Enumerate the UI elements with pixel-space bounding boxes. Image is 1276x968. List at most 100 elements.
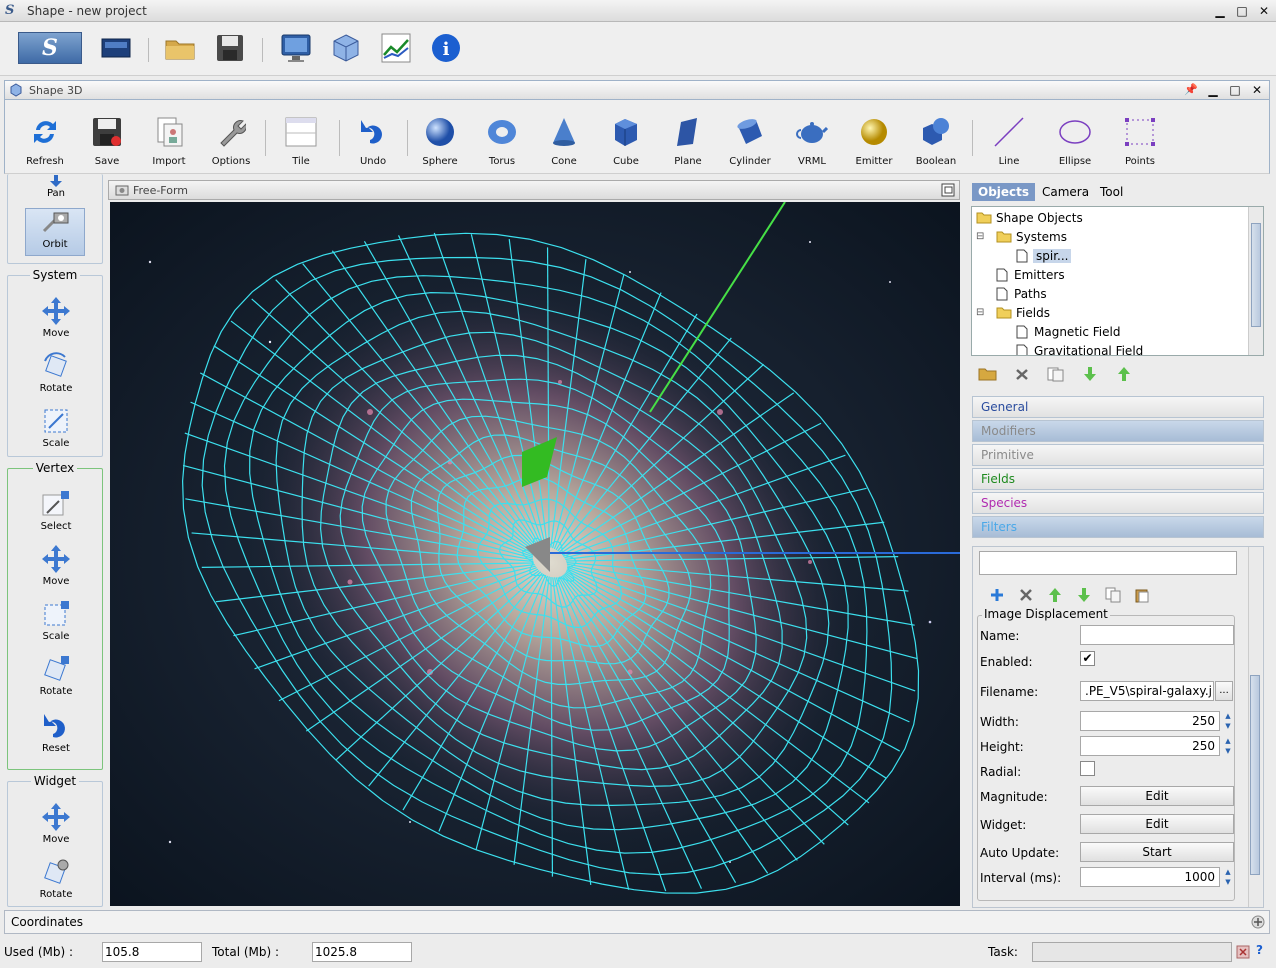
tab-camera[interactable]: Camera (1036, 183, 1095, 201)
pin-icon[interactable]: 📌 (1183, 82, 1199, 98)
interval-field[interactable]: 1000 (1080, 867, 1220, 887)
height-spinner[interactable]: ▲ ▼ (1222, 736, 1234, 756)
section-species[interactable]: Species (972, 492, 1264, 514)
close-button[interactable]: ✕ (1256, 3, 1272, 19)
filename-field[interactable]: .PE_V5\spiral-galaxy.jpg (1080, 681, 1214, 701)
enabled-checkbox[interactable]: ✔ (1080, 651, 1095, 666)
refresh-button[interactable]: Refresh (15, 112, 75, 167)
browse-button[interactable]: ... (1215, 681, 1233, 701)
add-icon[interactable] (989, 587, 1005, 603)
section-fields[interactable]: Fields (972, 468, 1264, 490)
system-scale-tool[interactable]: Scale (8, 404, 104, 449)
internal-close-button[interactable]: ✕ (1249, 82, 1265, 98)
auto-update-start-button[interactable]: Start (1080, 842, 1234, 862)
copy-icon[interactable] (1105, 587, 1121, 603)
ellipse-button[interactable]: Ellipse (1045, 112, 1105, 167)
monitor-icon[interactable] (280, 32, 312, 64)
expand-icon[interactable] (1251, 915, 1265, 929)
vertex-move-tool[interactable]: Move (8, 542, 104, 587)
tree-item-magnetic-field[interactable]: Magnetic Field (1016, 322, 1120, 341)
vertex-reset-tool[interactable]: Reset (8, 709, 104, 754)
new-folder-icon[interactable] (978, 366, 998, 382)
height-field[interactable]: 250 (1080, 736, 1220, 756)
points-button[interactable]: Points (1110, 112, 1170, 167)
cube-button[interactable]: Cube (596, 112, 656, 167)
cube-3d-icon[interactable] (330, 32, 362, 64)
torus-button[interactable]: Torus (472, 112, 532, 167)
widget-rotate-tool[interactable]: Rotate (8, 855, 104, 900)
section-filters[interactable]: Filters (972, 516, 1264, 538)
tree-item-gravitational-field[interactable]: Gravitational Field (1016, 341, 1143, 355)
vertex-select-tool[interactable]: Select (8, 487, 104, 532)
help-icon[interactable]: ? (1256, 943, 1263, 957)
tab-tool[interactable]: Tool (1094, 183, 1129, 201)
orbit-tool[interactable]: Orbit (25, 208, 85, 256)
emitter-button[interactable]: Emitter (844, 112, 904, 167)
tree-scrollbar[interactable] (1248, 207, 1263, 355)
widget-edit-button[interactable]: Edit (1080, 814, 1234, 834)
internal-minimize-button[interactable]: ▁ (1205, 82, 1221, 98)
widget-move-tool[interactable]: Move (8, 800, 104, 845)
move-arrows-icon (8, 294, 104, 328)
display-icon[interactable] (100, 32, 132, 64)
cone-button[interactable]: Cone (534, 112, 594, 167)
tree-item-emitters[interactable]: Emitters (996, 265, 1065, 284)
filters-list[interactable] (979, 551, 1237, 575)
system-rotate-tool[interactable]: Rotate (8, 349, 104, 394)
delete-icon[interactable] (1018, 587, 1034, 603)
cylinder-button[interactable]: Cylinder (720, 112, 780, 167)
tree-item-paths[interactable]: Paths (996, 284, 1047, 303)
plane-button[interactable]: Plane (658, 112, 718, 167)
name-field[interactable] (1080, 625, 1234, 645)
vertex-rotate-tool[interactable]: Rotate (8, 652, 104, 697)
move-up-icon[interactable] (1114, 366, 1134, 382)
options-button[interactable]: Options (201, 112, 261, 167)
save-button[interactable]: Save (77, 112, 137, 167)
collapse-icon[interactable]: ⊟ (976, 231, 992, 242)
viewport-maximize-icon[interactable] (941, 183, 955, 197)
properties-scrollbar[interactable] (1248, 547, 1262, 907)
open-folder-icon[interactable] (164, 32, 196, 64)
info-icon[interactable]: i (430, 32, 462, 64)
radial-checkbox[interactable] (1080, 761, 1095, 776)
shape-logo-icon[interactable]: S (18, 32, 82, 64)
width-field[interactable]: 250 (1080, 711, 1220, 731)
delete-icon[interactable] (1012, 366, 1032, 382)
pan-tool[interactable]: Pan (8, 174, 104, 199)
minimize-button[interactable]: ▁ (1212, 3, 1228, 19)
internal-maximize-button[interactable]: □ (1227, 82, 1243, 98)
vrml-button[interactable]: VRML (782, 112, 842, 167)
system-move-tool[interactable]: Move (8, 294, 104, 339)
save-disk-icon[interactable] (214, 32, 246, 64)
tile-button[interactable]: Tile (271, 112, 331, 167)
import-button[interactable]: Import (139, 112, 199, 167)
copy-icon[interactable] (1046, 366, 1066, 382)
undo-button[interactable]: Undo (343, 112, 403, 167)
collapse-icon[interactable]: ⊟ (976, 307, 992, 318)
interval-spinner[interactable]: ▲ ▼ (1222, 867, 1234, 887)
cancel-task-icon[interactable] (1236, 945, 1250, 959)
sphere-button[interactable]: Sphere (410, 112, 470, 167)
width-spinner[interactable]: ▲ ▼ (1222, 711, 1234, 731)
tab-objects[interactable]: Objects (972, 183, 1036, 201)
tree-item-spiral-system[interactable]: spir... (1016, 246, 1072, 265)
move-up-icon[interactable] (1047, 587, 1063, 603)
chart-icon[interactable] (380, 32, 412, 64)
magnitude-edit-button[interactable]: Edit (1080, 786, 1234, 806)
tree-item-shape-objects[interactable]: Shape Objects (976, 208, 1083, 227)
vertex-scale-tool[interactable]: Scale (8, 597, 104, 642)
tree-item-systems[interactable]: ⊟ Systems (976, 227, 1067, 246)
line-button[interactable]: Line (979, 112, 1039, 167)
section-modifiers[interactable]: Modifiers (972, 420, 1264, 442)
move-down-icon[interactable] (1076, 587, 1092, 603)
objects-tree[interactable]: Shape Objects ⊟ Systems spir... Emitters… (971, 206, 1264, 356)
move-down-icon[interactable] (1080, 366, 1100, 382)
3d-viewport[interactable] (110, 202, 960, 906)
maximize-button[interactable]: □ (1234, 3, 1250, 19)
boolean-button[interactable]: Boolean (906, 112, 966, 167)
section-general[interactable]: General (972, 396, 1264, 418)
paste-icon[interactable] (1134, 587, 1150, 603)
galaxy-wireframe-render[interactable] (110, 202, 960, 906)
tree-item-fields[interactable]: ⊟ Fields (976, 303, 1050, 322)
section-primitive[interactable]: Primitive (972, 444, 1264, 466)
